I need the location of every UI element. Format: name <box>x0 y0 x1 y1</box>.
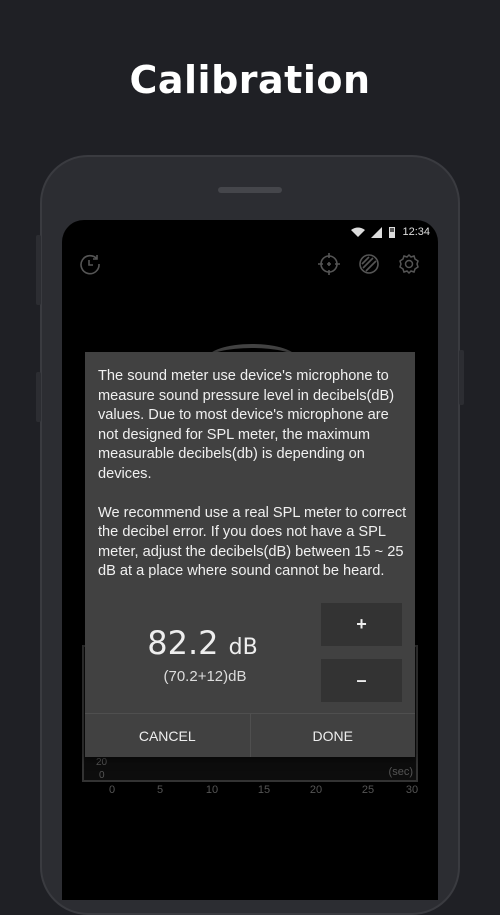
battery-icon <box>389 227 396 238</box>
cancel-button[interactable]: CANCEL <box>85 714 250 757</box>
page-title: Calibration <box>129 58 371 102</box>
status-bar: 12:34 <box>351 226 430 238</box>
calibrated-value: 82.2 dB <box>85 624 320 662</box>
x-tick-label: 25 <box>361 784 375 796</box>
history-icon[interactable] <box>79 253 101 275</box>
phone-side-button <box>36 372 41 422</box>
signal-icon <box>371 226 383 238</box>
calibration-dialog: The sound meter use device's microphone … <box>85 352 415 757</box>
status-time: 12:34 <box>402 226 430 238</box>
phone-speaker <box>218 187 282 193</box>
x-tick-label: 0 <box>108 784 116 796</box>
phone-side-button <box>459 350 464 405</box>
value-unit: dB <box>228 635 258 660</box>
calibration-formula: (70.2+12)dB <box>163 668 247 685</box>
x-tick-label: 15 <box>257 784 271 796</box>
x-unit-label: (sec) <box>388 766 413 778</box>
theme-icon[interactable] <box>358 253 380 275</box>
done-button[interactable]: DONE <box>249 714 416 757</box>
y-tick-label: 20 <box>96 757 108 768</box>
crosshair-icon[interactable] <box>318 253 340 275</box>
decrease-button[interactable]: – <box>321 659 402 702</box>
dialog-actions: CANCEL DONE <box>85 713 415 757</box>
value-number: 82.2 <box>147 624 219 662</box>
y-tick-label: 0 <box>99 770 105 781</box>
x-tick-label: 20 <box>309 784 323 796</box>
dialog-message: The sound meter use device's microphone … <box>98 368 407 579</box>
x-tick-label: 10 <box>205 784 219 796</box>
x-tick-label: 5 <box>156 784 164 796</box>
x-tick-label: 30 <box>405 784 419 796</box>
wifi-icon <box>351 227 366 237</box>
increase-button[interactable]: + <box>321 603 402 646</box>
gear-icon[interactable] <box>398 253 420 275</box>
phone-side-button <box>36 235 41 305</box>
